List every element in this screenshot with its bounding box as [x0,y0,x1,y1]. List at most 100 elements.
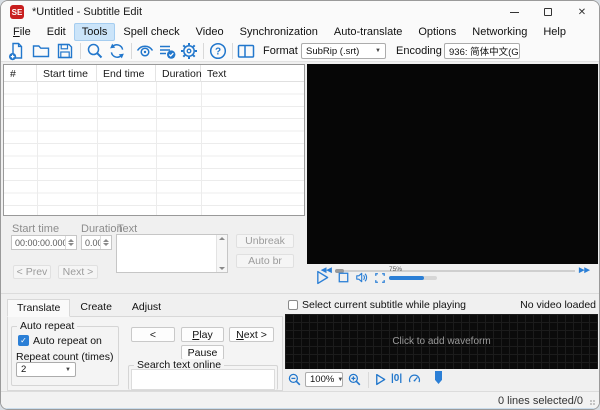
chevron-down-icon: ▼ [62,367,71,373]
column-duration[interactable]: Duration [156,65,201,82]
menu-video[interactable]: Video [188,23,232,41]
waveform-position-marker[interactable] [435,371,442,384]
column-start-time[interactable]: Start time [37,65,97,82]
prev-line-button[interactable]: < Prev [13,265,51,279]
find-button[interactable] [85,41,105,61]
grid-line [37,82,38,215]
chevron-down-icon: ▼ [334,377,343,383]
start-time-input[interactable]: 00:00:00.000 [11,235,77,250]
select-current-label: Select current subtitle while playing [302,299,466,311]
up-arrow-icon [103,239,109,242]
list-body[interactable] [4,82,304,215]
menu-options[interactable]: Options [410,23,464,41]
visual-sync-eye-icon [135,41,155,61]
duration-stepper[interactable] [100,236,111,249]
toolbar-separator [131,43,132,59]
window-title: *Untitled - Subtitle Edit [32,6,497,18]
auto-br-button[interactable]: Auto br [236,254,294,268]
video-seek-row: ◀◀ ▶▶ [307,266,598,276]
video-mute-button[interactable] [354,270,370,285]
help-icon: ? [208,41,228,61]
mode-tabs: Translate Create Adjust [7,301,283,317]
replace-button[interactable] [107,41,127,61]
video-stop-button[interactable] [337,271,350,284]
seek-forward-icon[interactable]: ▶▶ [579,266,590,274]
repeat-count-select[interactable]: 2▼ [16,362,76,377]
maximize-button[interactable] [531,1,565,23]
menu-bar: File Edit Tools Spell check Video Synchr… [1,23,599,41]
tab-adjust[interactable]: Adjust [122,298,171,316]
tab-translate[interactable]: Translate [7,299,70,317]
resize-grip-icon[interactable] [590,400,596,406]
menu-file[interactable]: File [5,23,39,41]
search-text-input[interactable] [131,369,275,390]
spell-check-button[interactable] [157,41,177,61]
menu-auto-translate[interactable]: Auto-translate [326,23,410,41]
text-scrollbar[interactable] [216,235,227,272]
column-number[interactable]: # [4,65,37,82]
video-display[interactable] [307,64,598,264]
next-line-button[interactable]: Next > [58,265,98,279]
zoom-in-icon [347,372,363,388]
grid-line [97,82,98,215]
minimize-button[interactable] [497,1,531,23]
column-end-time[interactable]: End time [97,65,156,82]
encoding-select[interactable]: 936: 简体中文(G...▼ [444,43,520,59]
save-button[interactable] [55,41,75,61]
playback-speed-button[interactable] [407,372,422,387]
close-icon: ✕ [578,7,586,18]
open-file-button[interactable] [31,41,51,61]
unbreak-button[interactable]: Unbreak [236,234,294,248]
waveform-zoom-out-button[interactable] [287,372,303,388]
up-arrow-icon [68,239,74,242]
pause-button[interactable]: Pause [181,345,224,360]
chevron-down-icon: ▼ [372,48,381,54]
lines-selected-status: 0 lines selected/0 [498,395,583,407]
scroll-up-icon [219,237,225,240]
open-folder-icon [31,41,51,61]
duration-input[interactable]: 0.000 [81,235,112,250]
menu-networking[interactable]: Networking [464,23,535,41]
volume-slider[interactable] [389,276,437,280]
toolbar-separator [80,43,81,59]
settings-button[interactable] [179,41,199,61]
visual-sync-button[interactable] [135,41,155,61]
next-button[interactable]: Next > [229,327,274,342]
format-label: Format [263,45,298,57]
grid-line [156,82,157,215]
menu-tools[interactable]: Tools [74,23,116,41]
subtitle-text-input[interactable] [116,234,228,273]
search-icon [85,41,105,61]
start-time-stepper[interactable] [65,236,76,249]
play-button[interactable]: Play [181,327,224,342]
tab-create[interactable]: Create [70,298,122,316]
layout-button[interactable] [236,41,256,61]
toolbar-separator [203,43,204,59]
horizontal-splitter[interactable] [1,293,599,294]
select-current-checkbox[interactable] [288,300,298,310]
video-play-button[interactable] [314,269,331,286]
video-fullscreen-button[interactable] [373,271,387,285]
menu-spell-check[interactable]: Spell check [115,23,187,41]
help-button[interactable]: ? [208,41,228,61]
waveform-play-button[interactable] [373,372,388,387]
close-button[interactable]: ✕ [565,1,599,23]
waveform-zoom-in-button[interactable] [347,372,363,388]
waveform-zoom-select[interactable]: 100%▼ [305,372,343,387]
menu-edit[interactable]: Edit [39,23,74,41]
column-text[interactable]: Text [201,65,304,82]
new-file-button[interactable] [7,41,27,61]
format-select[interactable]: SubRip (.srt)▼ [301,43,386,59]
waveform-toolbar: 100%▼ |0| [285,369,598,391]
seek-track[interactable] [335,270,575,272]
subtitle-list[interactable]: # Start time End time Duration Text [3,64,305,216]
back-button[interactable]: < [131,327,175,342]
save-icon [55,41,75,61]
menu-synchronization[interactable]: Synchronization [232,23,326,41]
auto-repeat-checkbox[interactable]: ✓ [18,335,29,346]
go-to-zero-button[interactable]: |0| [391,373,402,384]
menu-help[interactable]: Help [535,23,574,41]
gauge-icon [407,372,422,387]
waveform-area[interactable]: Click to add waveform [285,314,598,369]
volume-icon [354,270,370,285]
